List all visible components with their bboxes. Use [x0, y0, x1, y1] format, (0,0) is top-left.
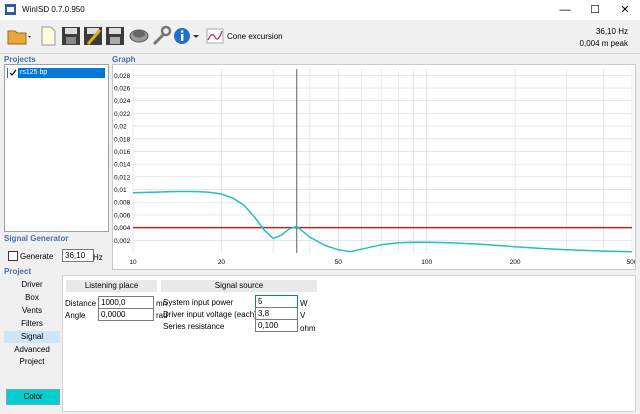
y-tick-label: 0,002	[114, 238, 131, 245]
project-item[interactable]: rs125 bp	[7, 68, 105, 78]
resistance-input[interactable]: 0,100	[255, 319, 298, 332]
close-button[interactable]: ✕	[610, 0, 640, 20]
title-bar: WinISD 0.7.0.950 — ☐ ✕	[0, 0, 640, 20]
power-label: System input power	[163, 298, 234, 307]
open-folder-icon[interactable]	[6, 24, 32, 48]
angle-input[interactable]: 0,0000	[98, 308, 154, 321]
graph-heading: Graph	[112, 55, 136, 64]
y-tick-label: 0,028	[114, 73, 131, 80]
signal-panel: Listening place Distance 1000,0 mn Angle…	[62, 275, 636, 412]
peak-readout: 0,004 m peak	[579, 39, 628, 48]
angle-label: Angle	[65, 311, 86, 320]
save-all-icon[interactable]	[104, 24, 126, 48]
voltage-label: Driver input voltage (each)	[163, 310, 257, 319]
driver-editor-icon[interactable]	[128, 24, 150, 48]
maximize-button[interactable]: ☐	[580, 0, 610, 20]
y-tick-label: 0,024	[114, 98, 131, 105]
cone-excursion-label[interactable]: Cone excursion	[227, 32, 283, 41]
resistance-unit: ohm	[300, 324, 316, 333]
signal-generator-heading: Signal Generator	[4, 234, 69, 243]
nav-signal[interactable]: Signal	[4, 331, 60, 343]
y-tick-label: 0,022	[114, 111, 131, 118]
project-name: rs125 bp	[20, 69, 48, 76]
nav-project[interactable]: Project	[4, 357, 60, 366]
generator-frequency-unit: Hz	[93, 253, 103, 262]
wrench-icon[interactable]	[150, 24, 172, 48]
nav-advanced[interactable]: Advanced	[4, 345, 60, 354]
generate-checkbox[interactable]	[8, 251, 18, 261]
power-unit: W	[300, 299, 308, 308]
x-tick-label: 50	[335, 259, 343, 266]
y-tick-label: 0,016	[114, 149, 131, 156]
excursion-series-line	[132, 190, 633, 253]
check-icon	[9, 69, 17, 76]
x-tick-label: 10	[129, 259, 137, 266]
nav-box[interactable]: Box	[4, 293, 60, 302]
cone-excursion-graph-icon[interactable]	[206, 24, 224, 48]
frequency-readout: 36,10 Hz	[595, 27, 628, 36]
y-tick-label: 0,018	[114, 136, 131, 143]
x-tick-label: 500	[627, 259, 635, 266]
project-heading: Project	[4, 267, 32, 276]
app-logo-icon	[5, 4, 16, 15]
y-tick-label: 0,014	[114, 162, 131, 169]
y-tick-label: 0,012	[114, 174, 131, 181]
y-tick-label: 0,008	[114, 200, 131, 207]
info-icon[interactable]	[172, 24, 192, 48]
y-tick-label: 0,026	[114, 86, 131, 93]
save-icon[interactable]	[60, 24, 82, 48]
chevron-down-icon[interactable]	[192, 24, 200, 48]
new-document-icon[interactable]	[38, 24, 58, 48]
projects-heading: Projects	[4, 55, 36, 64]
y-tick-label: 0,02	[114, 124, 127, 131]
nav-vents[interactable]: Vents	[4, 306, 60, 315]
resistance-label: Series resistance	[163, 322, 225, 331]
cone-excursion-chart: 0,002 0,004 0,006 0,008 0,01 0,012 0,014 0,016 0…	[114, 69, 638, 266]
generator-frequency-input[interactable]: 36,10	[62, 249, 94, 262]
save-as-icon[interactable]	[82, 24, 104, 48]
projects-list: rs125 bp	[4, 64, 109, 232]
x-tick-label: 100	[421, 259, 432, 266]
splitter-handle[interactable]	[108, 150, 111, 162]
color-button[interactable]: Color	[6, 389, 60, 405]
x-tick-label: 200	[510, 259, 521, 266]
listening-place-header: Listening place	[66, 280, 157, 292]
y-tick-label: 0,01	[114, 187, 127, 194]
nav-driver[interactable]: Driver	[4, 280, 60, 289]
window-title: WinISD 0.7.0.950	[22, 5, 85, 14]
y-tick-label: 0,004	[114, 225, 131, 232]
nav-filters[interactable]: Filters	[4, 319, 60, 328]
signal-source-header: Signal source	[161, 280, 317, 292]
graph-area: 0,002 0,004 0,006 0,008 0,01 0,012 0,014 0,016 0…	[112, 64, 638, 270]
project-checkbox[interactable]	[8, 68, 18, 78]
y-tick-label: 0,006	[114, 212, 131, 219]
distance-label: Distance	[65, 299, 97, 308]
x-tick-label: 20	[218, 259, 226, 266]
toolbar: Cone excursion 36,10 Hz 0,004 m peak	[0, 20, 640, 54]
generate-label: Generate	[20, 252, 54, 261]
voltage-unit: V	[300, 311, 306, 320]
minimize-button[interactable]: —	[550, 0, 580, 20]
